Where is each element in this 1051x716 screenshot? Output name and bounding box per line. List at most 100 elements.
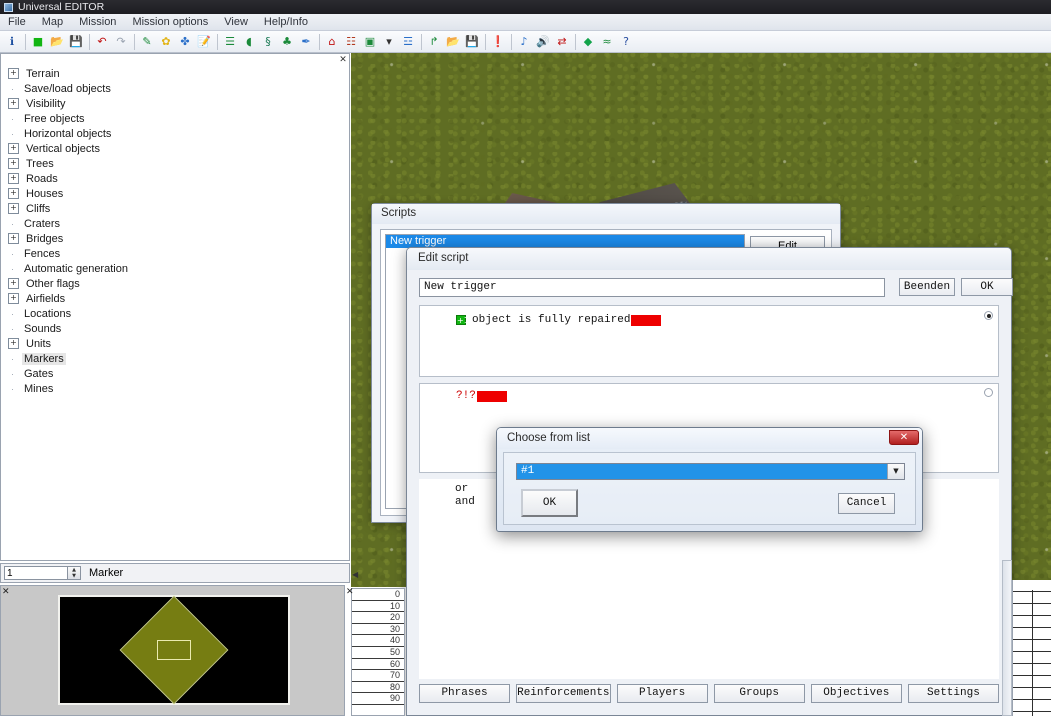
expand-plus-icon[interactable]: + [8, 68, 19, 79]
new-file-icon[interactable]: ■ [29, 33, 47, 51]
groups-button[interactable]: Groups [713, 684, 805, 703]
expand-plus-icon[interactable]: + [8, 338, 19, 349]
tree-item-vertical-objects[interactable]: + Vertical objects [4, 141, 347, 156]
scale-number-strip[interactable]: ✕ 0 10 20 30 40 50 60 70 80 90 [346, 587, 405, 716]
open-folder-icon[interactable]: 📂 [48, 33, 66, 51]
beenden-button[interactable]: Beenden [899, 278, 955, 296]
marker-value-input[interactable]: 1 [4, 566, 68, 580]
tree-item-horizontal-objects[interactable]: · Horizontal objects [4, 126, 347, 141]
tree-item-fences[interactable]: · Fences [4, 246, 347, 261]
tree-item-markers[interactable]: · Markers [4, 351, 347, 366]
menu-view[interactable]: View [216, 15, 256, 29]
close-icon[interactable]: ✕ [346, 587, 354, 597]
choose-cancel-button[interactable]: Cancel [838, 493, 895, 514]
help-icon[interactable]: ? [617, 33, 635, 51]
expand-plus-icon[interactable]: + [8, 173, 19, 184]
condition-row[interactable]: +1 object is fully repaired [456, 314, 662, 326]
script-icon[interactable]: § [259, 33, 277, 51]
tree-item-roads[interactable]: + Roads [4, 171, 347, 186]
tree-item-mines[interactable]: · Mines [4, 381, 347, 396]
close-icon[interactable]: ✕ [337, 54, 349, 66]
dropdown-arrow-icon[interactable]: ▾ [380, 33, 398, 51]
menu-mission-options[interactable]: Mission options [124, 15, 216, 29]
tree-item-free-objects[interactable]: · Free objects [4, 111, 347, 126]
choose-ok-button[interactable]: OK [521, 489, 578, 517]
condition-expand-icon[interactable]: +1 [456, 315, 469, 325]
conditions-box[interactable]: +1 object is fully repaired [419, 305, 999, 377]
settings-button[interactable]: Settings [907, 684, 999, 703]
minimap-viewport-rect[interactable] [157, 640, 191, 660]
wave-icon[interactable]: ≈ [598, 33, 616, 51]
tree-item-gates[interactable]: · Gates [4, 366, 347, 381]
flower-icon[interactable]: ✿ [157, 33, 175, 51]
expand-plus-icon[interactable]: + [8, 278, 19, 289]
trigger-name-input[interactable]: New trigger [419, 278, 885, 297]
expand-plus-icon[interactable]: + [8, 188, 19, 199]
choose-combobox[interactable]: #1 ▼ [516, 463, 905, 480]
tree-item-airfields[interactable]: + Airfields [4, 291, 347, 306]
expand-plus-icon[interactable]: + [8, 293, 19, 304]
save-mission-icon[interactable]: 💾 [463, 33, 481, 51]
edit-script-ok-button[interactable]: OK [961, 278, 1013, 296]
action-radio[interactable] [984, 388, 993, 397]
bridge-icon[interactable]: ☲ [399, 33, 417, 51]
import-icon[interactable]: ↱ [425, 33, 443, 51]
players-button[interactable]: Players [616, 684, 708, 703]
redo-icon[interactable]: ↷ [112, 33, 130, 51]
tree-item-terrain[interactable]: + Terrain [4, 66, 347, 81]
tree-item-bridges[interactable]: + Bridges [4, 231, 347, 246]
phrases-button[interactable]: Phrases [419, 684, 511, 703]
terrain-brush-icon[interactable]: ✎ [138, 33, 156, 51]
save-icon[interactable]: 💾 [67, 33, 85, 51]
add-object-icon[interactable]: ✤ [176, 33, 194, 51]
tree-item-cliffs[interactable]: + Cliffs [4, 201, 347, 216]
fence-icon[interactable]: ☷ [342, 33, 360, 51]
condition-redacted-value[interactable] [631, 314, 662, 326]
marker-stepper[interactable]: ▲ ▼ [68, 566, 81, 580]
tree-item-automatic-generation[interactable]: · Automatic generation [4, 261, 347, 276]
swap-icon[interactable]: ⇄ [553, 33, 571, 51]
object-tree[interactable]: + Terrain · Save/load objects + Visibility · Fr… [4, 66, 347, 558]
action-row[interactable]: ?!? [456, 390, 507, 402]
expand-plus-icon[interactable]: + [8, 158, 19, 169]
tree-item-houses[interactable]: + Houses [4, 186, 347, 201]
choose-from-list-dialog[interactable]: Choose from list ✕ #1 ▼ OK Cancel [496, 427, 923, 532]
close-icon[interactable]: ✕ [889, 430, 919, 445]
menu-mission[interactable]: Mission [71, 15, 124, 29]
tree-item-units[interactable]: + Units [4, 336, 347, 351]
tree-item-visibility[interactable]: + Visibility [4, 96, 347, 111]
condition-radio-selected[interactable] [984, 311, 993, 320]
info-icon[interactable]: ℹ [3, 33, 21, 51]
expand-plus-icon[interactable]: + [8, 203, 19, 214]
tree-item-craters[interactable]: · Craters [4, 216, 347, 231]
leaf-icon[interactable]: ◖ [240, 33, 258, 51]
expand-plus-icon[interactable]: + [8, 98, 19, 109]
tree-item-save-load-objects[interactable]: · Save/load objects [4, 81, 347, 96]
close-icon[interactable]: ✕ [2, 587, 10, 597]
marker-diamond-icon[interactable]: ◆ [579, 33, 597, 51]
menu-file[interactable]: File [0, 15, 34, 29]
menu-map[interactable]: Map [34, 15, 71, 29]
stepper-down-icon[interactable]: ▼ [68, 573, 80, 579]
speaker-icon[interactable]: 🔊 [534, 33, 552, 51]
action-redacted-value[interactable] [476, 390, 507, 402]
house-icon[interactable]: ⌂ [323, 33, 341, 51]
reinforcements-button[interactable]: Reinforcements [516, 684, 611, 703]
building-icon[interactable]: ▣ [361, 33, 379, 51]
list-objects-icon[interactable]: ☰ [221, 33, 239, 51]
sound-place-icon[interactable]: ♪ [515, 33, 533, 51]
minimap-canvas[interactable] [58, 595, 290, 705]
tree-item-trees[interactable]: + Trees [4, 156, 347, 171]
undo-icon[interactable]: ↶ [93, 33, 111, 51]
panel-collapse-icon[interactable]: ◀ [352, 570, 362, 582]
expand-plus-icon[interactable]: + [8, 233, 19, 244]
objectives-button[interactable]: Objectives [810, 684, 902, 703]
tree-item-other-flags[interactable]: + Other flags [4, 276, 347, 291]
alert-icon[interactable]: ❗ [489, 33, 507, 51]
chevron-down-icon[interactable]: ▼ [887, 464, 904, 479]
tree-item-locations[interactable]: · Locations [4, 306, 347, 321]
properties-grid[interactable] [1012, 580, 1051, 716]
tree-icon[interactable]: ♣ [278, 33, 296, 51]
edit-note-icon[interactable]: 📝 [195, 33, 213, 51]
pencil-icon[interactable]: ✒ [297, 33, 315, 51]
